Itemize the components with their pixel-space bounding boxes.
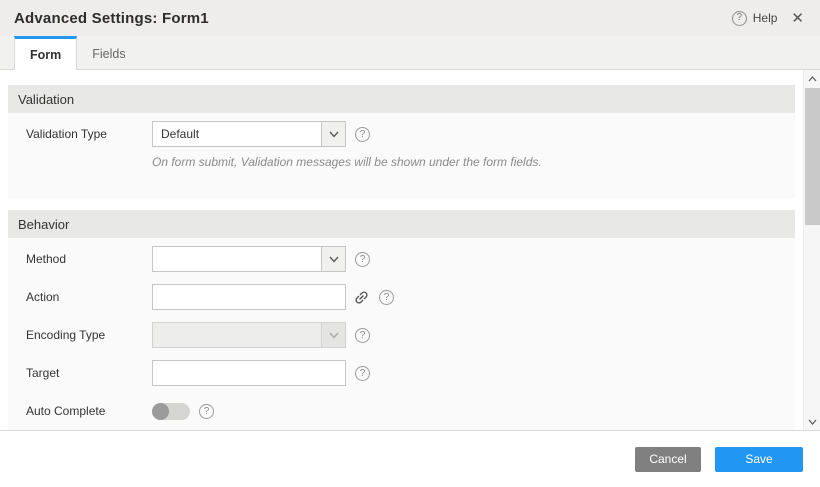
vertical-scrollbar[interactable] [803, 70, 820, 430]
scroll-down-icon[interactable] [804, 413, 820, 430]
action-input[interactable] [152, 284, 346, 310]
save-button[interactable]: Save [715, 447, 803, 472]
encoding-type-value [153, 323, 161, 347]
tab-fields[interactable]: Fields [77, 36, 140, 69]
target-row: Target ? [8, 354, 795, 392]
validation-type-row: Validation Type Default ? [8, 115, 795, 153]
encoding-type-row: Encoding Type ? [8, 316, 795, 354]
method-select[interactable] [152, 246, 346, 272]
method-value [153, 247, 161, 271]
help-icon: ? [732, 11, 747, 26]
advanced-settings-dialog: Advanced Settings: Form1 ? Help ✕ Form F… [0, 0, 820, 487]
help-button[interactable]: ? Help [732, 11, 778, 26]
auto-complete-help-icon[interactable]: ? [199, 404, 214, 419]
scroll-up-icon[interactable] [804, 70, 820, 87]
auto-complete-row: Auto Complete ? [8, 392, 795, 430]
encoding-type-help-icon[interactable]: ? [355, 328, 370, 343]
target-input[interactable] [152, 360, 346, 386]
section-validation: Validation Validation Type Default ? On … [8, 85, 795, 198]
method-help-icon[interactable]: ? [355, 252, 370, 267]
encoding-type-label: Encoding Type [26, 328, 152, 342]
validation-type-label: Validation Type [26, 127, 152, 141]
chevron-down-icon[interactable] [321, 122, 345, 146]
auto-complete-toggle[interactable] [152, 403, 190, 420]
close-icon[interactable]: ✕ [791, 11, 804, 26]
settings-scroll-area: Validation Validation Type Default ? On … [0, 70, 820, 431]
chevron-down-icon [321, 323, 345, 347]
action-row: Action ? [8, 278, 795, 316]
validation-hint: On form submit, Validation messages will… [8, 155, 795, 169]
method-label: Method [26, 252, 152, 266]
tab-form[interactable]: Form [14, 36, 77, 70]
target-label: Target [26, 366, 152, 380]
dialog-titlebar: Advanced Settings: Form1 ? Help ✕ [0, 0, 820, 36]
action-label: Action [26, 290, 152, 304]
section-header-behavior: Behavior [8, 210, 795, 238]
section-behavior: Behavior Method ? Action [8, 210, 795, 431]
cancel-button[interactable]: Cancel [635, 447, 701, 472]
chevron-down-icon[interactable] [321, 247, 345, 271]
page-title: Advanced Settings: Form1 [14, 10, 209, 27]
section-header-validation: Validation [8, 85, 795, 113]
validation-type-value: Default [153, 122, 199, 146]
tab-bar: Form Fields [0, 36, 820, 70]
action-help-icon[interactable]: ? [379, 290, 394, 305]
encoding-type-select [152, 322, 346, 348]
method-row: Method ? [8, 240, 795, 278]
target-help-icon[interactable]: ? [355, 366, 370, 381]
link-icon[interactable] [353, 289, 370, 306]
validation-type-select[interactable]: Default [152, 121, 346, 147]
help-label: Help [753, 11, 778, 25]
validation-type-help-icon[interactable]: ? [355, 127, 370, 142]
dialog-footer: Cancel Save [0, 431, 820, 487]
titlebar-actions: ? Help ✕ [732, 11, 804, 26]
scrollbar-thumb[interactable] [805, 88, 820, 225]
auto-complete-label: Auto Complete [26, 404, 152, 418]
toggle-knob [152, 403, 169, 420]
